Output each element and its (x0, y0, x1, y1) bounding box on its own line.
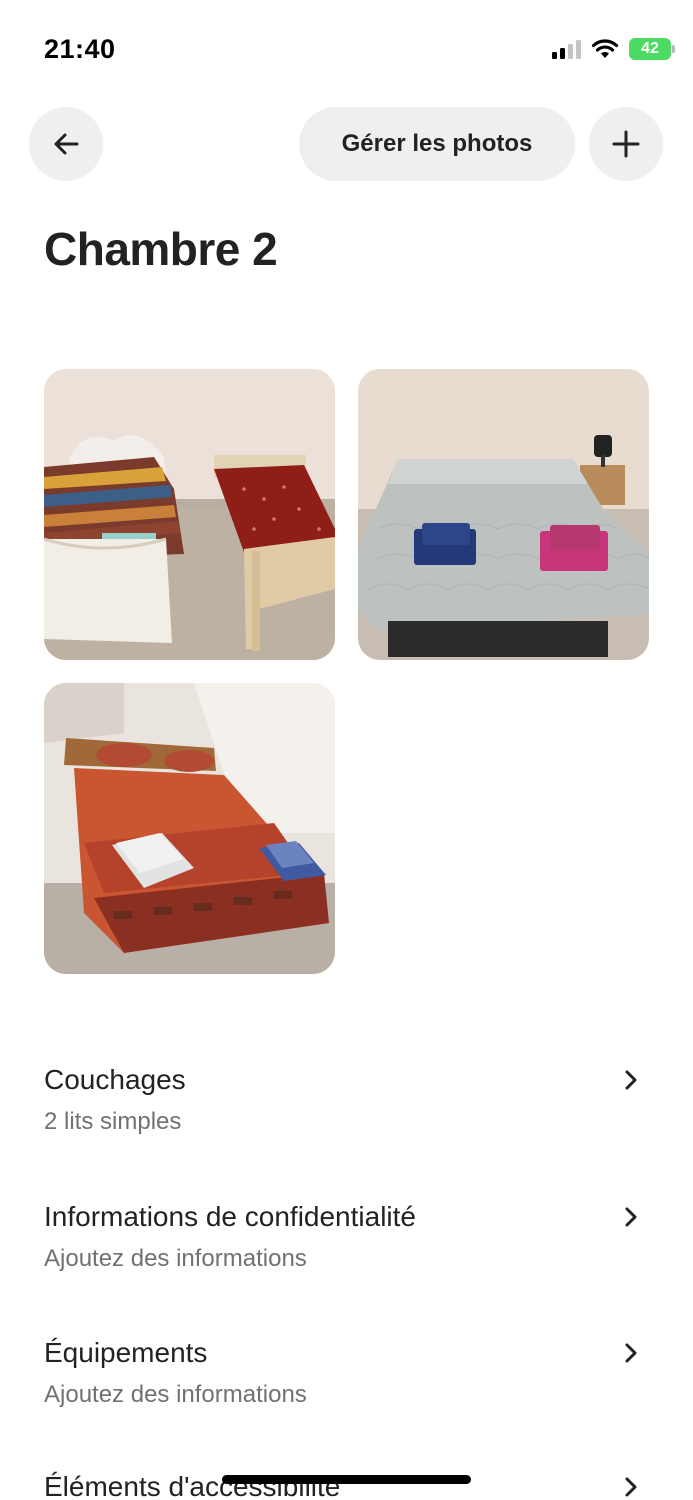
plus-icon (612, 130, 640, 158)
status-bar: 21:40 42 (0, 0, 693, 100)
room-photo-2[interactable] (358, 369, 649, 660)
battery-icon: 42 (629, 38, 675, 60)
arrow-left-icon (54, 133, 79, 155)
section-subtitle: Ajoutez des informations (44, 1245, 307, 1272)
section-title: Couchages (44, 1064, 186, 1095)
page-title: Chambre 2 (44, 223, 278, 275)
section-title: Équipements (44, 1337, 208, 1368)
home-indicator[interactable] (222, 1475, 471, 1484)
wifi-icon (591, 39, 619, 58)
room-photo-1[interactable] (44, 369, 335, 660)
room-photo-3[interactable] (44, 683, 335, 974)
status-icons: 42 (552, 38, 675, 60)
status-time: 21:40 (44, 34, 116, 64)
cellular-signal-icon (552, 39, 581, 59)
section-title: Informations de confidentialité (44, 1201, 416, 1232)
chevron-right-icon (625, 1343, 637, 1363)
chevron-right-icon (625, 1070, 637, 1090)
back-button[interactable] (29, 107, 103, 181)
battery-level: 42 (641, 40, 659, 57)
section-confidentialite[interactable]: Informations de confidentialité Ajoutez … (44, 1200, 649, 1274)
manage-photos-button[interactable]: Gérer les photos (299, 107, 575, 181)
add-photo-button[interactable] (589, 107, 663, 181)
chevron-right-icon (625, 1477, 637, 1497)
chevron-right-icon (625, 1207, 637, 1227)
section-subtitle: Ajoutez des informations (44, 1381, 307, 1408)
section-subtitle: 2 lits simples (44, 1108, 182, 1135)
section-equipements[interactable]: Équipements Ajoutez des informations (44, 1336, 649, 1410)
section-couchages[interactable]: Couchages 2 lits simples (44, 1063, 649, 1137)
